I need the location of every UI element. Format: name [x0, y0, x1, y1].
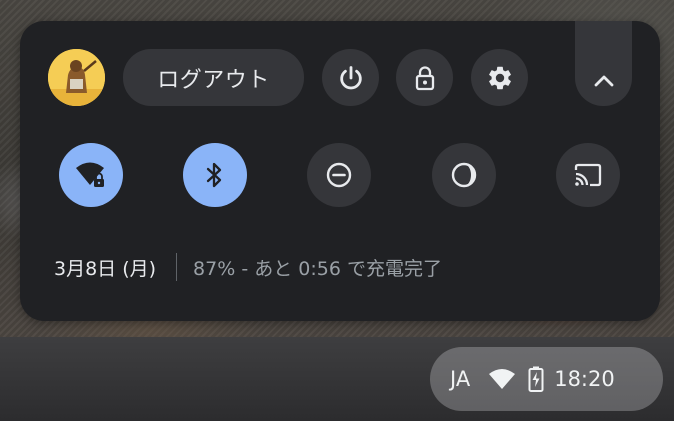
night-light-icon — [451, 162, 477, 188]
logout-label: ログアウト — [157, 67, 270, 93]
do-not-disturb-icon — [326, 162, 352, 188]
power-button[interactable] — [322, 49, 379, 106]
tray-wifi — [488, 368, 516, 390]
wifi-icon — [489, 369, 516, 389]
status-tray[interactable]: JA 18:20 — [430, 347, 663, 411]
collapse-button[interactable] — [575, 21, 632, 106]
quick-settings-panel: ログアウト 3月8日 (月) 87% - あと 0:56 で充電完了 — [20, 21, 660, 321]
settings-icon — [488, 66, 511, 89]
logout-button[interactable]: ログアウト — [123, 49, 304, 106]
lock-button[interactable] — [396, 49, 453, 106]
date-label[interactable]: 3月8日 (月) — [54, 254, 156, 281]
battery-status[interactable]: 87% - あと 0:56 で充電完了 — [193, 254, 442, 281]
bluetooth-icon — [206, 162, 222, 188]
wifi-lock-icon — [76, 162, 104, 187]
bluetooth-toggle[interactable] — [183, 143, 247, 207]
settings-button[interactable] — [471, 49, 528, 106]
do-not-disturb-toggle[interactable] — [307, 143, 371, 207]
tray-battery — [528, 366, 544, 392]
clock: 18:20 — [554, 367, 615, 391]
user-avatar[interactable] — [48, 49, 105, 106]
lock-icon — [415, 65, 434, 90]
night-light-toggle[interactable] — [432, 143, 496, 207]
network-toggle[interactable] — [59, 143, 123, 207]
divider — [176, 253, 178, 281]
cast-icon — [574, 163, 602, 187]
chevron-up-icon — [594, 75, 613, 87]
ime-indicator: JA — [450, 367, 471, 391]
avatar-image — [48, 49, 105, 106]
status-info-row: 3月8日 (月) 87% - あと 0:56 で充電完了 — [54, 252, 442, 282]
power-icon — [339, 65, 362, 89]
battery-charging-icon — [528, 366, 544, 392]
cast-toggle[interactable] — [556, 143, 620, 207]
